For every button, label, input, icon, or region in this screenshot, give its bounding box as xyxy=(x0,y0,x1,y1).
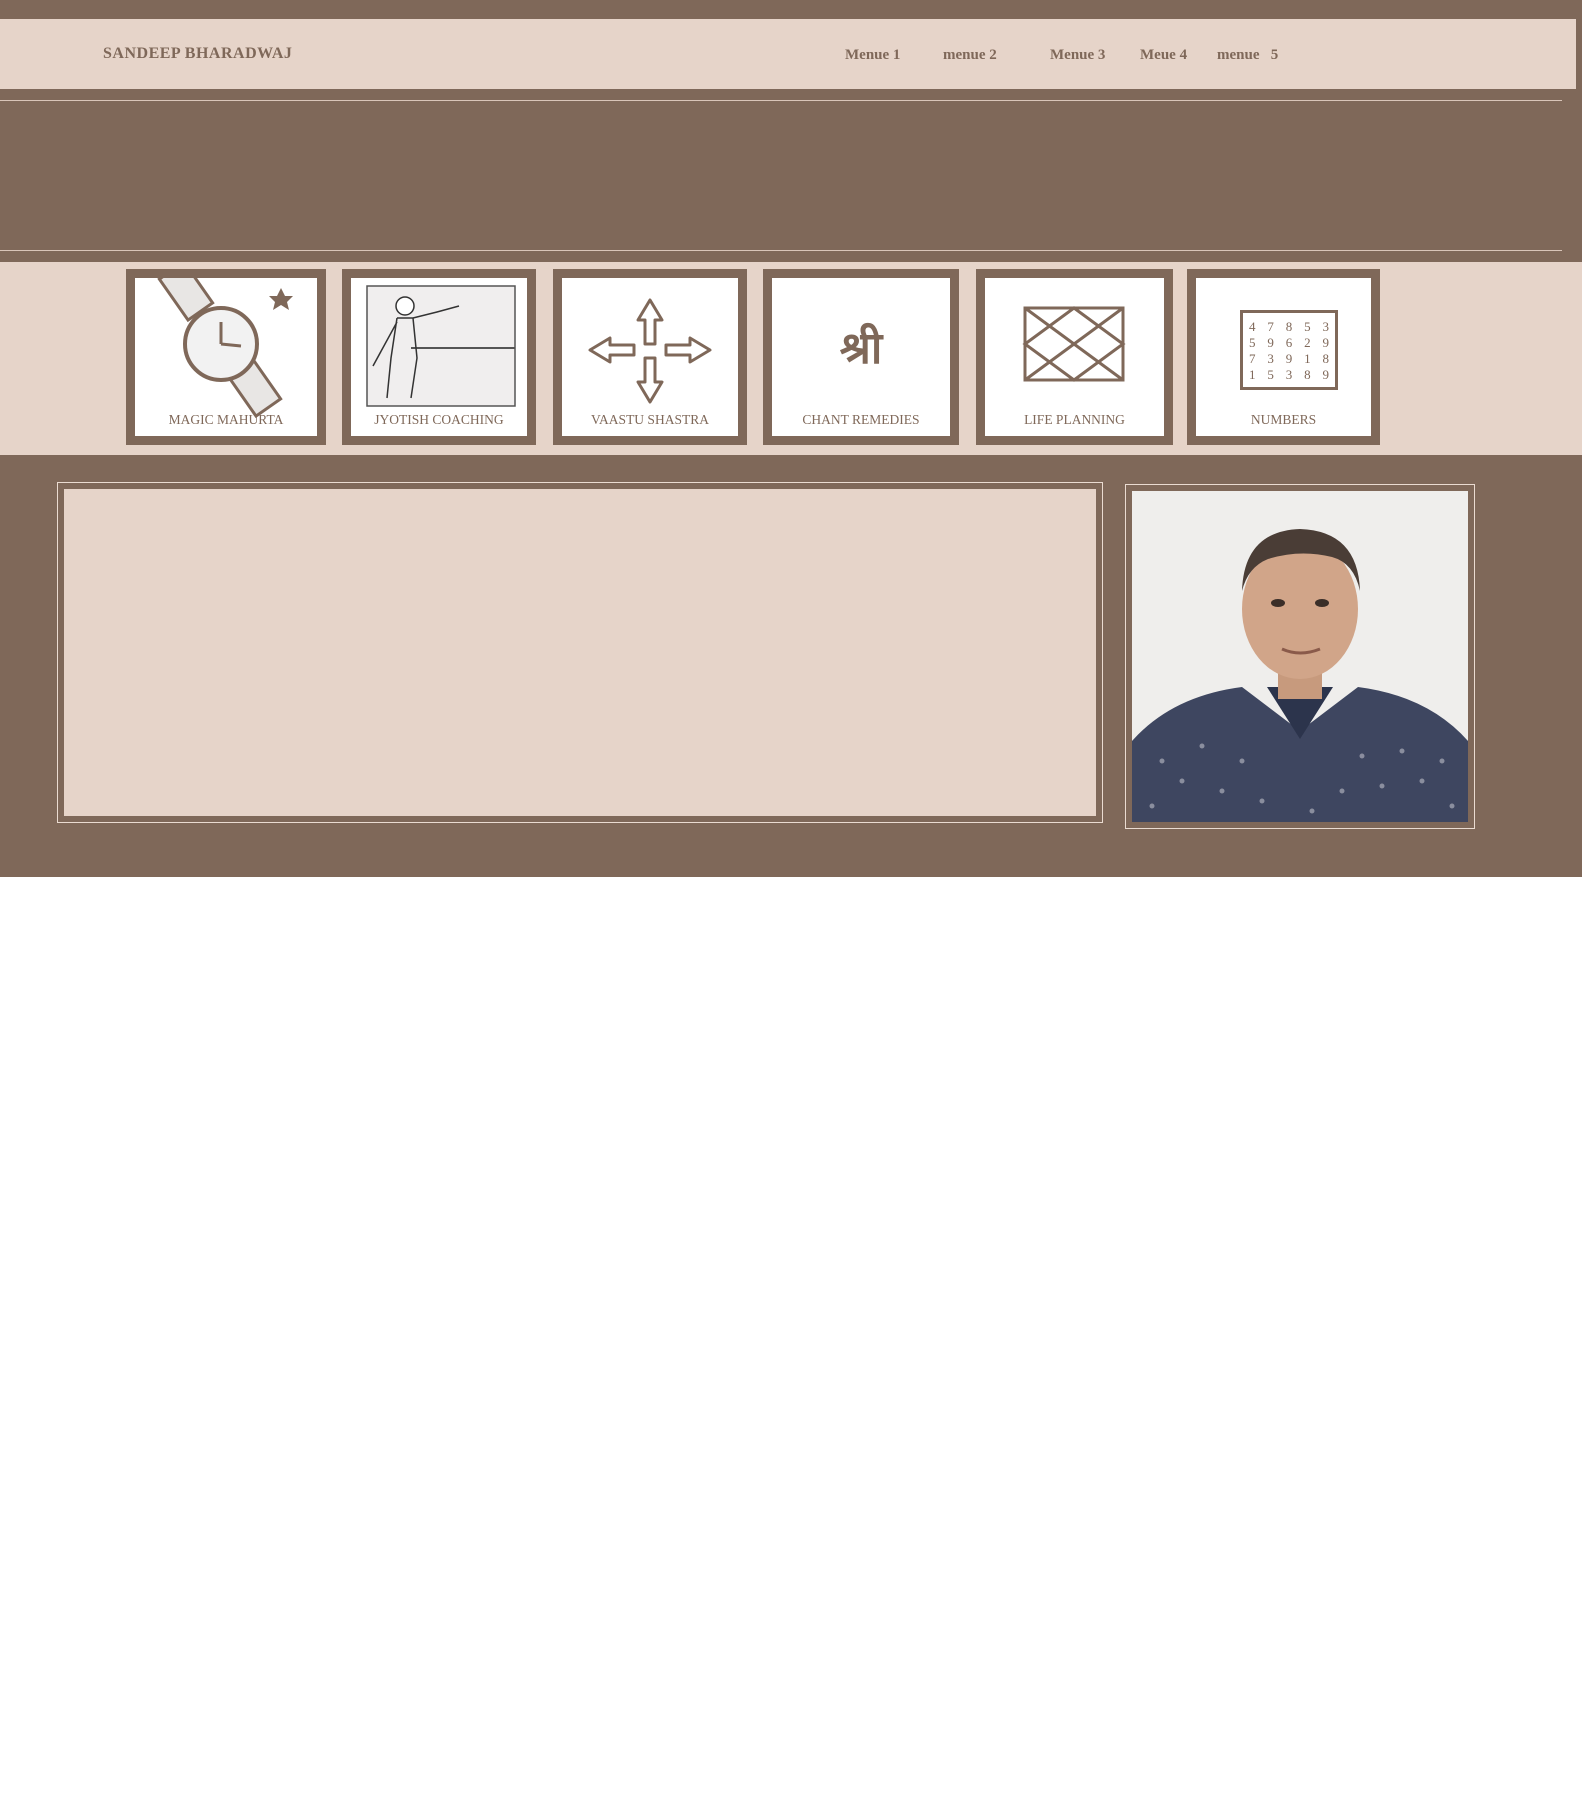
tile-life-planning[interactable]: LIFE PLANNING xyxy=(976,269,1173,445)
number-grid-icon: 4 7 8 5 3 5 9 6 2 9 7 3 9 1 8 1 5 3 8 9 xyxy=(1240,310,1338,390)
tile-label: MAGIC MAHURTA xyxy=(168,412,284,427)
tile-vaastu-shastra[interactable]: VAASTU SHASTRA xyxy=(553,269,747,445)
nav-menu-5[interactable]: menue 5 xyxy=(1217,19,1278,89)
content-panel xyxy=(57,482,1103,823)
grid-cell: 9 xyxy=(1267,335,1274,350)
tile-label: CHANT REMEDIES xyxy=(802,412,920,427)
profile-photo-frame xyxy=(1125,484,1475,829)
top-navigation-bar: SANDEEP BHARADWAJ Menue 1 menue 2 Menue … xyxy=(0,19,1576,89)
grid-cell: 9 xyxy=(1322,367,1330,382)
grid-cell: 3 xyxy=(1267,351,1274,366)
tile-label: VAASTU SHASTRA xyxy=(591,412,709,427)
grid-cell: 8 xyxy=(1322,351,1330,366)
nav-menu-2[interactable]: menue 2 xyxy=(943,19,997,89)
grid-cell: 7 xyxy=(1249,351,1256,366)
person-portrait-icon xyxy=(1132,491,1468,822)
grid-cell: 3 xyxy=(1322,319,1330,334)
tile-chant-remedies[interactable]: श्री CHANT REMEDIES xyxy=(763,269,959,445)
grid-cell: 7 xyxy=(1267,319,1274,334)
nav-menu-1[interactable]: Menue 1 xyxy=(845,19,900,89)
grid-cell: 4 xyxy=(1249,319,1256,334)
main-background: SANDEEP BHARADWAJ Menue 1 menue 2 Menue … xyxy=(0,0,1582,877)
grid-cell: 3 xyxy=(1285,367,1293,382)
grid-cell: 8 xyxy=(1304,367,1311,382)
grid-cell: 8 xyxy=(1285,319,1293,334)
grid-cell: 6 xyxy=(1285,335,1293,350)
grid-cell: 1 xyxy=(1249,367,1256,382)
content-area xyxy=(64,489,1096,816)
nav-menu-3[interactable]: Menue 3 xyxy=(1050,19,1105,89)
divider-line xyxy=(0,100,1562,101)
tile-jyotish-coaching[interactable]: JYOTISH COACHING xyxy=(342,269,536,445)
grid-cell: 9 xyxy=(1285,351,1293,366)
grid-cell: 5 xyxy=(1249,335,1256,350)
grid-cell: 2 xyxy=(1304,335,1311,350)
shri-glyph-icon: श्री xyxy=(839,323,883,374)
grid-cell: 5 xyxy=(1267,367,1274,382)
divider-line xyxy=(0,250,1562,251)
tile-numbers[interactable]: 4 7 8 5 3 5 9 6 2 9 7 3 9 1 8 1 5 3 8 9 … xyxy=(1187,269,1380,445)
tile-magic-mahurta[interactable]: MAGIC MAHURTA xyxy=(126,269,326,445)
grid-cell: 9 xyxy=(1322,335,1330,350)
profile-photo xyxy=(1132,491,1468,822)
main-menu: Menue 1 menue 2 Menue 3 Meue 4 menue 5 xyxy=(0,19,1576,89)
tile-label: LIFE PLANNING xyxy=(1024,412,1125,427)
grid-cell: 1 xyxy=(1304,351,1311,366)
grid-cell: 5 xyxy=(1304,319,1311,334)
tile-label: JYOTISH COACHING xyxy=(374,412,504,427)
tile-label: NUMBERS xyxy=(1250,412,1317,427)
nav-menu-4[interactable]: Meue 4 xyxy=(1140,19,1187,89)
